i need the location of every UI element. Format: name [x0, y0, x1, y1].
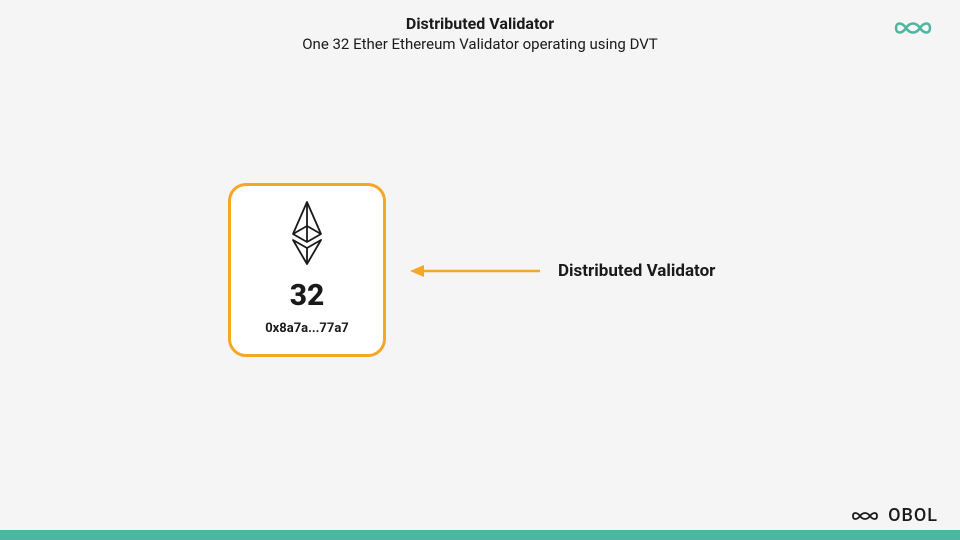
brand-logo-bottom: OBOL [848, 505, 938, 526]
infinity-icon [848, 506, 882, 526]
validator-card: 32 0x8a7a...77a7 [228, 183, 386, 357]
page-subtitle: One 32 Ether Ethereum Validator operatin… [0, 35, 960, 53]
stake-amount: 32 [290, 278, 325, 313]
arrow-left-icon [410, 263, 540, 279]
arrow-label: Distributed Validator [558, 261, 715, 281]
ethereum-icon [285, 200, 329, 268]
infinity-icon [888, 14, 936, 42]
page-title: Distributed Validator [0, 14, 960, 33]
brand-name: OBOL [888, 505, 938, 526]
validator-address: 0x8a7a...77a7 [265, 321, 349, 336]
footer-bar [0, 530, 960, 540]
arrow-annotation: Distributed Validator [410, 261, 715, 281]
header: Distributed Validator One 32 Ether Ether… [0, 0, 960, 53]
brand-logo-top [888, 14, 936, 46]
